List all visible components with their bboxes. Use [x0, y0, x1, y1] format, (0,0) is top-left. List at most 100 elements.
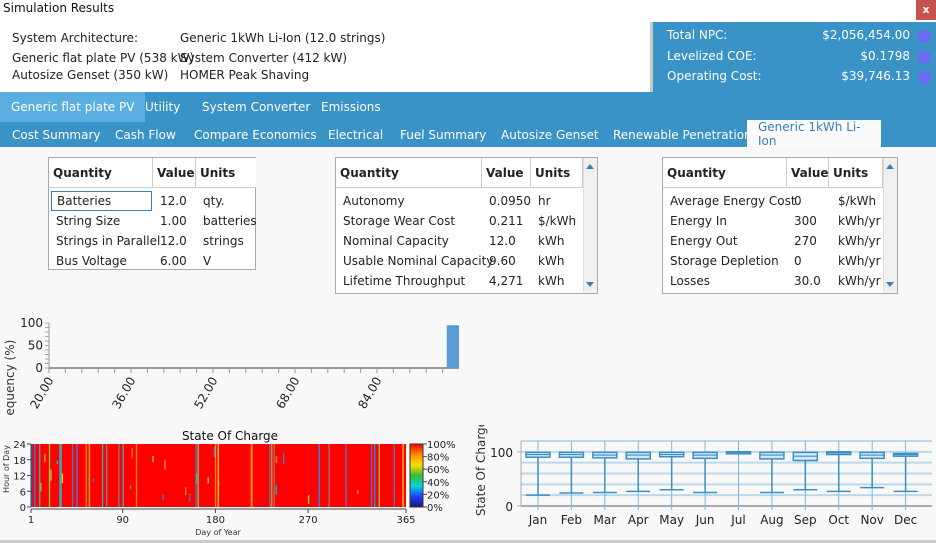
heatmap-y-tick-label: 0 — [20, 503, 26, 514]
architecture-item: Autosize Genset (350 kW) — [12, 68, 169, 82]
tab-generic-flat-plate-pv[interactable]: Generic flat plate PV — [0, 92, 146, 122]
tab-cost-summary[interactable]: Cost Summary — [1, 122, 111, 147]
heatmap-cell-streak — [345, 444, 347, 507]
info-icon[interactable] — [918, 51, 931, 64]
heatmap-cell-streak — [135, 444, 138, 507]
info-icon[interactable] — [918, 71, 931, 84]
scrollbar[interactable] — [883, 158, 897, 293]
heatmap-cell-streak — [273, 444, 275, 507]
heatmap-y-tick-label: 18 — [13, 456, 26, 467]
histogram-x-tick-label: 84.00 — [355, 375, 384, 412]
cell-quantity[interactable]: Batteries — [51, 191, 152, 211]
architecture-item: System Converter (412 kW) — [180, 51, 348, 65]
heatmap-cell-streak — [34, 444, 36, 507]
heatmap-cell-streak — [164, 460, 166, 470]
cell-value: 1.00 — [160, 214, 187, 228]
colorbar — [409, 443, 424, 508]
heatmap-cell-streak — [130, 484, 132, 489]
cell-quantity: Storage Wear Cost — [343, 214, 456, 228]
scroll-down-arrow-icon[interactable] — [586, 282, 594, 287]
heatmap-cell-streak — [152, 455, 154, 462]
boxplot-x-tick-label: May — [659, 513, 684, 527]
monthly-soc-boxplot: State Of Charge 0 100 Jan Feb Mar Apr May Jun Ju… — [474, 425, 932, 527]
heatmap-cell-streak — [374, 444, 376, 507]
scroll-up-arrow-icon[interactable] — [886, 164, 894, 169]
cell-units: hr — [538, 194, 551, 208]
column-header-units[interactable]: Units — [531, 158, 583, 188]
heatmap-cell-streak — [59, 444, 61, 507]
heatmap-cell-streak — [44, 454, 46, 463]
boxplot-x-tick-label: Dec — [894, 513, 917, 527]
column-header-units[interactable]: Units — [196, 158, 256, 188]
heatmap-cell-streak — [118, 444, 120, 507]
heatmap-cell-streak — [402, 444, 404, 507]
tab-system-converter[interactable]: System Converter — [191, 92, 321, 122]
heatmap-cell-streak — [85, 444, 87, 507]
heatmap-cell-streak — [76, 444, 78, 507]
close-button[interactable]: x — [916, 0, 936, 20]
heatmap-cell-streak — [39, 444, 41, 507]
heatmap-cell-streak — [251, 444, 253, 507]
heatmap-cell-streak — [275, 456, 278, 463]
scroll-up-arrow-icon[interactable] — [586, 164, 594, 169]
cell-quantity: Autonomy — [343, 194, 405, 208]
boxplot-x-tick-label: Nov — [860, 513, 883, 527]
column-header-value[interactable]: Value — [153, 158, 196, 188]
scrollbar[interactable] — [583, 158, 597, 293]
tab-emissions[interactable]: Emissions — [310, 92, 392, 122]
info-icon[interactable] — [918, 30, 931, 43]
heatmap-cell-streak — [393, 444, 395, 507]
architecture-item: Generic 1kWh Li-Ion (12.0 strings) — [180, 31, 386, 45]
boxplot-x-tick-label: Jan — [528, 513, 548, 527]
operating-cost-value: $39,746.13 — [841, 69, 910, 83]
operating-cost-label: Operating Cost: — [667, 69, 762, 83]
scroll-down-arrow-icon[interactable] — [886, 282, 894, 287]
heatmap-cell-streak — [185, 486, 187, 496]
window-title: Simulation Results — [3, 1, 115, 15]
histogram-bar — [446, 325, 459, 368]
column-header-quantity[interactable]: Quantity — [663, 158, 787, 188]
colorbar-tick-label: 80% — [427, 453, 449, 464]
levelized-coe-value: $0.1798 — [860, 49, 910, 63]
tab-cash-flow[interactable]: Cash Flow — [104, 122, 187, 147]
energy-flow-table: Quantity Value Units Average Energy Cost… — [662, 157, 898, 294]
boxplot-x-tick-label: Feb — [561, 513, 582, 527]
column-header-value[interactable]: Value — [787, 158, 829, 188]
colorbar-tick-label: 60% — [427, 465, 449, 476]
architecture-item: HOMER Peak Shaving — [180, 68, 310, 82]
heatmap-cell-streak — [370, 444, 373, 507]
heatmap-cell-streak — [106, 444, 108, 507]
column-header-value[interactable]: Value — [482, 158, 531, 188]
tab-fuel-summary[interactable]: Fuel Summary — [389, 122, 497, 147]
tab-compare-economics[interactable]: Compare Economics — [183, 122, 328, 147]
tab-utility[interactable]: Utility — [134, 92, 191, 122]
cell-quantity: Energy Out — [670, 234, 738, 248]
heatmap-y-tick-label: 24 — [13, 440, 26, 451]
tab-generic-1kwh-li-ion[interactable]: Generic 1kWh Li-Ion — [747, 120, 881, 148]
column-header-quantity[interactable]: Quantity — [336, 158, 482, 188]
histogram-y-tick-label: 50 — [28, 339, 43, 353]
heatmap-cell-streak — [318, 444, 320, 507]
heatmap-title: State Of Charge — [182, 429, 278, 443]
boxplot-x-tick-label: Mar — [594, 513, 617, 527]
heatmap-cell-streak — [131, 448, 133, 459]
heatmap-x-tick-label: 180 — [206, 515, 225, 526]
cell-units: kWh/yr — [838, 234, 881, 248]
heatmap-cell-streak — [189, 493, 191, 502]
histogram-x-tick-label: 36.00 — [109, 375, 138, 412]
heatmap-cell-streak — [195, 473, 198, 484]
column-header-units[interactable]: Units — [829, 158, 883, 188]
heatmap-cell-streak — [60, 444, 62, 507]
tab-electrical[interactable]: Electrical — [317, 122, 394, 147]
colorbar-tick-label: 0% — [427, 503, 443, 514]
tab-renewable-penetration[interactable]: Renewable Penetration — [602, 122, 763, 147]
heatmap-cell-streak — [101, 444, 104, 507]
cell-quantity: Storage Depletion — [670, 254, 779, 268]
column-header-quantity[interactable]: Quantity — [49, 158, 153, 188]
title-bar: Simulation Results x — [0, 0, 936, 22]
cell-value: 12.0 — [160, 194, 187, 208]
boxplot-x-tick-label: Oct — [828, 513, 849, 527]
tab-autosize-genset[interactable]: Autosize Genset — [490, 122, 610, 147]
cell-value: 6.00 — [160, 254, 187, 268]
cell-value: 0 — [794, 194, 802, 208]
